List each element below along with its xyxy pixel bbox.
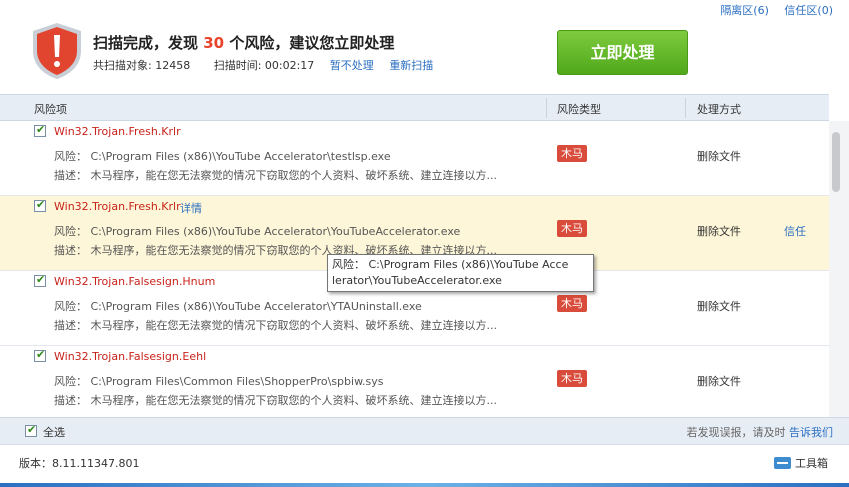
threat-name: Win32.Trojan.Fresh.Krlr xyxy=(54,200,181,213)
action-label[interactable]: 删除文件 xyxy=(697,298,741,314)
list-footer: 全选 若发现误报，请及时 告诉我们 xyxy=(0,417,849,444)
type-badge: 木马 xyxy=(557,370,587,387)
row-checkbox[interactable] xyxy=(34,348,46,362)
scrollbar-thumb[interactable] xyxy=(832,132,840,192)
top-links: 隔离区(6) 信任区(0) xyxy=(708,2,833,18)
table-header: 风险项 风险类型 处理方式 xyxy=(0,94,829,121)
action-label[interactable]: 删除文件 xyxy=(697,148,741,164)
scan-time: 扫描时间: 00:02:17 xyxy=(213,59,315,72)
risk-path: 风险： C:\Program Files (x86)\YouTube Accel… xyxy=(54,150,391,163)
action-label[interactable]: 删除文件 xyxy=(697,223,741,239)
trust-link[interactable]: 信任 xyxy=(784,223,806,239)
threat-name: Win32.Trojan.Falsesign.Hnum xyxy=(54,275,216,288)
header-area: 隔离区(6) 信任区(0) 扫描完成，发现 30 个风险，建议您立即处理 共扫描… xyxy=(0,0,849,94)
status-bar: 版本：8.11.11347.801 工具箱 xyxy=(0,444,849,487)
title-suffix: 个风险，建议您立即处理 xyxy=(229,34,395,52)
fix-now-button[interactable]: 立即处理 xyxy=(557,30,688,75)
risk-path: 风险： C:\Program Files\Common Files\Shoppe… xyxy=(54,375,384,388)
threat-name: Win32.Trojan.Falsesign.Eehl xyxy=(54,350,207,363)
scan-summary: 共扫描对象: 12458 扫描时间: 00:02:17 暂不处理 重新扫描 xyxy=(93,57,433,73)
risk-description: 描述： 木马程序，能在您无法察觉的情况下窃取您的个人资料、破坏系统、建立连接以方… xyxy=(54,394,497,407)
threat-name: Win32.Trojan.Fresh.Krlr xyxy=(54,125,181,138)
col-action: 处理方式 xyxy=(697,103,741,116)
scan-result-title: 扫描完成，发现 30 个风险，建议您立即处理 xyxy=(93,32,394,53)
rescan-link[interactable]: 重新扫描 xyxy=(389,59,433,72)
feedback-prefix: 若发现误报，请及时 xyxy=(686,426,786,439)
skip-link[interactable]: 暂不处理 xyxy=(330,59,374,72)
col-item: 风险项 xyxy=(34,103,67,116)
title-prefix: 扫描完成，发现 xyxy=(93,34,199,52)
toolbox-button[interactable]: 工具箱 xyxy=(774,455,828,471)
row-checkbox[interactable] xyxy=(34,198,46,212)
select-all-label[interactable]: 全选 xyxy=(43,424,65,440)
feedback-text: 若发现误报，请及时 告诉我们 xyxy=(687,424,834,440)
table-row[interactable]: Win32.Trojan.Falsesign.Eehl 风险： C:\Progr… xyxy=(0,346,829,417)
version-label: 版本：8.11.11347.801 xyxy=(19,457,140,470)
tooltip-line-2: lerator\YouTubeAccelerator.exe xyxy=(332,274,502,287)
table-row[interactable]: Win32.Trojan.Fresh.Krlr 风险： C:\Program F… xyxy=(0,121,829,196)
select-all-checkbox[interactable] xyxy=(25,423,37,437)
type-badge: 木马 xyxy=(557,145,587,162)
type-badge: 木马 xyxy=(557,295,587,312)
trust-zone-link[interactable]: 信任区(0) xyxy=(784,4,833,17)
bottom-accent-strip xyxy=(0,483,849,487)
quarantine-link[interactable]: 隔离区(6) xyxy=(720,4,769,17)
risk-count: 30 xyxy=(203,34,225,52)
risk-description: 描述： 木马程序，能在您无法察觉的情况下窃取您的个人资料、破坏系统、建立连接以方… xyxy=(54,319,497,332)
action-label[interactable]: 删除文件 xyxy=(697,373,741,389)
toolbox-icon xyxy=(774,457,791,469)
col-type: 风险类型 xyxy=(557,103,601,116)
risk-path: 风险： C:\Program Files (x86)\YouTube Accel… xyxy=(54,225,461,238)
row-checkbox[interactable] xyxy=(34,123,46,137)
toolbox-label: 工具箱 xyxy=(795,457,828,470)
scanned-objects: 共扫描对象: 12458 xyxy=(93,59,191,72)
type-badge: 木马 xyxy=(557,220,587,237)
row-checkbox[interactable] xyxy=(34,273,46,287)
vertical-scrollbar[interactable] xyxy=(829,121,849,417)
detail-link[interactable]: 详情 xyxy=(180,200,202,216)
risk-path: 风险： C:\Program Files (x86)\YouTube Accel… xyxy=(54,300,422,313)
path-tooltip: 风险： C:\Program Files (x86)\YouTube Acce … xyxy=(327,254,594,292)
feedback-link[interactable]: 告诉我们 xyxy=(789,426,833,439)
shield-warning-icon xyxy=(33,23,81,79)
risk-description: 描述： 木马程序，能在您无法察觉的情况下窃取您的个人资料、破坏系统、建立连接以方… xyxy=(54,169,497,182)
tooltip-line-1: 风险： C:\Program Files (x86)\YouTube Acce xyxy=(332,258,569,271)
